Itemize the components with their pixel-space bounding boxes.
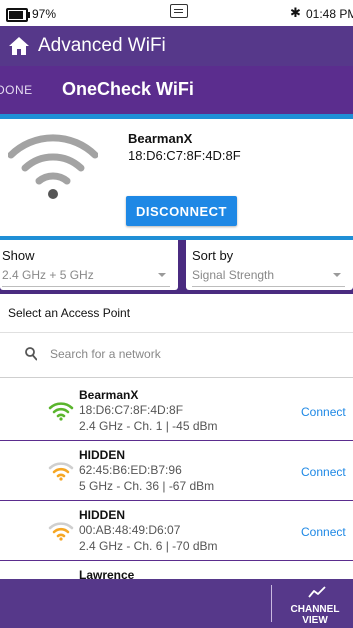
access-point-row[interactable]: HIDDEN 62:45:B6:ED:B7:96 5 GHz - Ch. 36 … [0,444,353,501]
ap-band-info: 2.4 GHz - Ch. 6 | -70 dBm [79,539,218,553]
list-header-label: Select an Access Point [8,306,131,320]
search-icon [25,347,37,361]
sort-by-label: Sort by [192,248,234,263]
ap-ssid: Lawrence [79,568,135,579]
connected-network-card: BearmanX 18:D6:C7:8F:4D:8F DISCONNECT [0,119,353,236]
wifi-signal-icon [8,134,98,199]
connected-mac: 18:D6:C7:8F:4D:8F [128,148,241,163]
ap-mac: 62:45:B6:ED:B7:96 [79,463,182,477]
access-point-row[interactable]: HIDDEN 00:AB:48:49:D6:07 2.4 GHz - Ch. 6… [0,504,353,561]
ap-ssid: HIDDEN [79,448,126,462]
channel-view-button[interactable]: CHANNEL VIEW [281,582,349,626]
list-header: Select an Access Point [0,294,353,333]
connected-ssid: BearmanX [128,131,193,146]
wifi-signal-icon [48,402,74,421]
bluetooth-icon: ✱ [290,5,301,20]
access-point-row[interactable]: BearmanX 18:D6:C7:8F:4D:8F 2.4 GHz - Ch.… [0,384,353,441]
ap-ssid: BearmanX [79,388,139,402]
wifi-signal-icon [48,522,74,541]
show-filter-value: 2.4 GHz + 5 GHz [2,268,94,282]
filter-bar: Show 2.4 GHz + 5 GHz Sort by Signal Stre… [0,236,353,294]
channel-view-label: CHANNEL VIEW [290,604,340,626]
access-point-row[interactable]: Lawrence [0,564,353,579]
access-point-list[interactable]: BearmanX 18:D6:C7:8F:4D:8F 2.4 GHz - Ch.… [0,384,353,579]
wifi-signal-icon [48,462,74,481]
done-button[interactable]: DONE [0,83,33,97]
battery-percentage: 97% [32,7,57,21]
ap-mac: 18:D6:C7:8F:4D:8F [79,403,184,417]
sort-by-value: Signal Strength [192,268,275,282]
sort-by-select[interactable]: Sort by Signal Strength [186,240,353,290]
home-icon[interactable] [8,36,30,56]
select-underline [2,286,170,287]
search-input[interactable] [50,343,340,365]
ap-mac: 00:AB:48:49:D6:07 [79,523,181,537]
page-title: OneCheck WiFi [62,79,194,99]
status-bar: 97% ✱ 01:48 PM [0,0,353,26]
select-underline [192,286,345,287]
battery-icon [6,8,30,22]
divider [271,585,272,622]
connect-button[interactable]: Connect [301,405,346,419]
disconnect-button[interactable]: DISCONNECT [126,196,237,226]
sub-header: DONE OneCheck WiFi [0,66,353,114]
app-title: Advanced WiFi [38,35,166,56]
dropdown-caret-icon [333,273,341,277]
ap-band-info: 5 GHz - Ch. 36 | -67 dBm [79,479,215,493]
ap-band-info: 2.4 GHz - Ch. 1 | -45 dBm [79,419,218,433]
app-bar: Advanced WiFi [0,26,353,66]
connect-button[interactable]: Connect [301,465,346,479]
dropdown-caret-icon [158,273,166,277]
trend-chart-icon [308,586,326,598]
ap-ssid: HIDDEN [79,508,126,522]
keyboard-icon [170,4,188,18]
show-filter-select[interactable]: Show 2.4 GHz + 5 GHz [0,240,178,290]
search-bar [0,333,353,378]
show-filter-label: Show [2,248,35,263]
clock: 01:48 PM [306,7,353,21]
bottom-bar: CHANNEL VIEW [0,579,353,628]
connect-button[interactable]: Connect [301,525,346,539]
